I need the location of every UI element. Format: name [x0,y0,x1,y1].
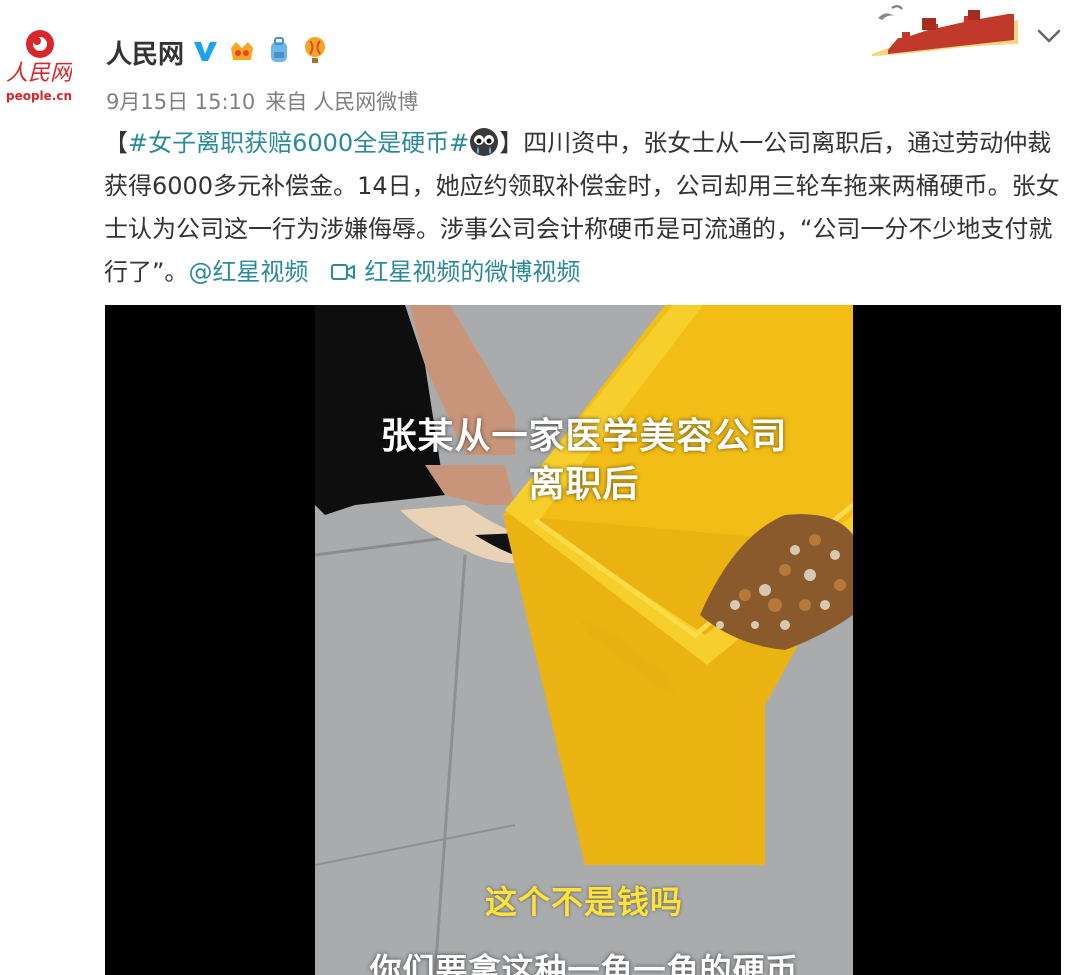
balloon-badge-icon[interactable] [302,36,328,64]
chevron-down-icon[interactable] [1034,24,1064,48]
video-player[interactable]: 张某从一家医学美容公司 离职后 这个不是钱吗 你们要拿这种一角一角的硬币 [105,305,1061,975]
bracket-close: 】 [499,129,524,157]
avatar-logo-text: 人民网 [6,61,72,86]
video-caption-top: 张某从一家医学美容公司 离职后 [315,413,853,509]
crown-badge-icon[interactable] [228,36,256,64]
crying-emoji-icon [470,128,499,156]
video-source-link[interactable]: 红星视频的微博视频 [364,258,580,286]
avatar[interactable]: 人民网 people.cn [6,28,75,108]
backpack-badge-icon[interactable] [266,36,292,64]
post-text: 【#女子离职获赔6000全是硬币# 】四川资中，张女士从一公司离职后，通过劳动仲裁… [104,122,1064,294]
mention-link[interactable]: @红星视频 [188,258,308,286]
via-label: 来自 [265,90,308,114]
caption-top-line1: 张某从一家医学美容公司 [380,416,788,457]
hashtag-link[interactable]: #女子离职获赔6000全是硬币# [128,129,469,157]
caption-top-line2: 离职后 [528,464,640,505]
post-meta: 9月15日 15:10 来自 人民网微博 [106,86,418,116]
user-badges [192,36,328,64]
post-source[interactable]: 人民网微博 [313,90,418,114]
avatar-logo-sub: people.cn [6,89,72,103]
video-caption-bottom: 你们要拿这种一角一角的硬币 [369,951,799,975]
bracket-open: 【 [104,129,128,157]
video-scene [315,305,853,975]
post-date[interactable]: 9月15日 15:10 [106,90,255,114]
video-caption-mid: 这个不是钱吗 [484,883,683,921]
username[interactable]: 人民网 [106,34,184,71]
great-wall-decoration [868,0,1020,56]
video-camera-icon [331,264,356,280]
video-frame: 张某从一家医学美容公司 离职后 这个不是钱吗 你们要拿这种一角一角的硬币 [315,305,853,975]
verified-v-icon[interactable] [192,36,218,64]
